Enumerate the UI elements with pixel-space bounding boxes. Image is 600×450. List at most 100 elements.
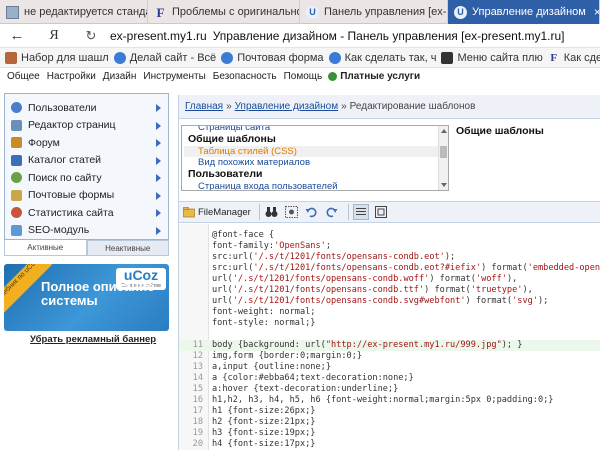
code-line[interactable]: 13 a,input {outline:none;} [179,362,600,373]
sidebar-item-label: Пользователи [28,101,97,114]
code-line[interactable]: font-family:'OpenSans'; [179,241,600,252]
template-item[interactable]: Страницы сайта [184,126,439,133]
code-line[interactable]: url('/.s/t/1201/fonts/opensans-condb.wof… [179,274,600,285]
menu-item-design[interactable]: Дизайн [103,71,137,82]
bookmark-item[interactable]: Как сделать так, ч [328,51,436,64]
undo-button[interactable] [304,204,320,220]
bookmark-item[interactable]: F Как сделат [548,52,600,64]
admin-top-menu: Общее Настройки Дизайн Инструменты Безоп… [0,68,600,84]
line-number: 20 [192,439,203,449]
scroll-thumb[interactable] [440,146,447,158]
file-manager-label: FileManager [198,206,251,218]
template-item[interactable]: Страница входа пользователей [184,181,439,190]
code-line[interactable]: 12 img,form {border:0;margin:0;} [179,351,600,362]
template-list-scrollbar[interactable] [438,126,448,190]
sidebar-item-page-editor[interactable]: Редактор страниц [5,117,168,135]
sidebar: Пользователи Редактор страниц Форум Ката… [4,93,169,240]
yandex-icon[interactable]: Я [44,28,64,44]
breadcrumb-separator: » [226,101,232,112]
remove-banner-link[interactable]: Убрать рекламный баннер [30,334,156,345]
sidebar-item-users[interactable]: Пользователи [5,99,168,117]
code-line[interactable]: src:url('/.s/t/1201/fonts/opensans-condb… [179,252,600,263]
browser-tab[interactable]: U Панель управления [ex-pre [300,0,448,24]
sidebar-item-label: Каталог статей [28,154,102,167]
template-group: Общие шаблоны [188,133,276,145]
url-host[interactable]: ex-present.my1.ru [110,29,207,43]
sidebar-item-statistics[interactable]: Статистика сайта [5,204,168,222]
line-number: 12 [192,351,203,361]
tab-title: Проблемы с оригинальной [172,6,300,18]
code-line[interactable]: 19 h3 {font-size:19px;} [179,428,600,439]
menu-item-security[interactable]: Безопасность [213,71,277,82]
browser-tab[interactable]: не редактируется стандарт [0,0,148,24]
redo-button[interactable] [324,204,340,220]
file-manager-button[interactable]: FileManager [183,204,251,220]
code-line[interactable]: 15 a:hover {text-decoration:underline;} [179,384,600,395]
undo-icon [305,207,317,218]
sidebar-item-search[interactable]: Поиск по сайту [5,169,168,187]
browser-tab[interactable]: F Проблемы с оригинальной [148,0,300,24]
sidebar-item-articles[interactable]: Каталог статей [5,152,168,170]
breadcrumb-design[interactable]: Управление дизайном [235,101,338,112]
bookmark-item[interactable]: Почтовая форма [221,51,324,64]
line-number: 13 [192,362,203,372]
browser-tab-active[interactable]: U Управление дизайном × [448,0,600,24]
bookmark-item[interactable]: Набор для шашл [5,51,109,64]
redo-icon [326,207,338,218]
bookmark-item[interactable]: Меню сайта плю [441,51,543,64]
code-line[interactable]: 11 body {background: url("http://ex-prese… [179,340,600,351]
menu-item-settings[interactable]: Настройки [47,71,96,82]
find-button[interactable] [264,204,280,220]
paid-label: Платные услуги [340,70,421,82]
code-line[interactable]: 20 h4 {font-size:17px;} [179,439,600,450]
fullscreen-toggle[interactable] [373,204,389,220]
code-line[interactable]: font-style: normal;} [179,318,600,329]
template-list[interactable]: Страницы сайта Общие шаблоны Таблица сти… [181,125,449,191]
code-text: a {color:#ebba64;text-decoration:none;} [212,373,414,383]
breadcrumb-home[interactable]: Главная [185,101,223,112]
menu-item-general[interactable]: Общее [7,71,40,82]
close-tab-icon[interactable]: × [594,5,599,19]
code-line[interactable]: @font-face { [179,230,600,241]
search-icon [11,172,22,184]
scroll-up-icon[interactable] [441,129,447,133]
tab-active-modules[interactable]: Активные [4,240,87,256]
code-line[interactable]: 18 h2 {font-size:21px;} [179,417,600,428]
menu-item-tools[interactable]: Инструменты [143,71,205,82]
code-line[interactable]: src:url('/.s/t/1201/fonts/opensans-condb… [179,263,600,274]
template-item[interactable]: Вид похожих материалов [184,157,439,168]
code-line[interactable]: font-weight: normal; [179,307,600,318]
tab-inactive-modules[interactable]: Неактивные [86,240,169,256]
code-line[interactable]: 17 h1 {font-size:26px;} [179,406,600,417]
reload-icon[interactable]: ↻ [82,28,100,44]
sidebar-item-label: Почтовые формы [28,189,115,202]
code-text: url('/.s/t/1201/fonts/opensans-condb.wof… [212,274,518,284]
code-line[interactable]: 14 a {color:#ebba64;text-decoration:none;… [179,373,600,384]
main-content: Главная » Управление дизайном » Редактир… [178,95,600,450]
ad-banner[interactable]: Учебник по uCoz uCoz Создание сайтов Пол… [4,264,169,331]
sidebar-item-mail-forms[interactable]: Почтовые формы [5,187,168,205]
sidebar-item-forum[interactable]: Форум [5,134,168,152]
code-line[interactable]: 16 h1,h2, h3, h4, h5, h6 {font-weight:nor… [179,395,600,406]
line-number: 16 [192,395,203,405]
code-line[interactable]: url('/.s/t/1201/fonts/opensans-condb.ttf… [179,285,600,296]
menu-item-paid-services[interactable]: Платные услуги [328,71,420,82]
back-arrow-icon[interactable]: ← [8,27,26,44]
code-line[interactable] [179,329,600,340]
line-number: 11 [192,340,203,350]
scroll-down-icon[interactable] [441,183,447,187]
template-item-selected[interactable]: Таблица стилей (CSS) [184,146,439,157]
replace-button[interactable] [284,204,300,220]
toolbar-divider [258,204,260,220]
sidebar-item-seo[interactable]: SEO-модуль [5,222,168,240]
chevron-right-icon [156,139,161,147]
code-line[interactable]: url('/.s/t/1201/fonts/opensans-condb.svg… [179,296,600,307]
line-numbers-toggle[interactable] [352,204,369,220]
bookmark-item[interactable]: Делай сайт - Всё [113,51,216,64]
toolbar-divider [347,204,349,220]
css-code-editor[interactable]: @font-face {font-family:'OpenSans'; src:u… [179,224,600,450]
menu-item-help[interactable]: Помощь [284,71,323,82]
code-text: a:hover {text-decoration:underline;} [212,384,399,394]
forum-icon [11,137,22,149]
sidebar-item-label: SEO-модуль [28,224,90,237]
